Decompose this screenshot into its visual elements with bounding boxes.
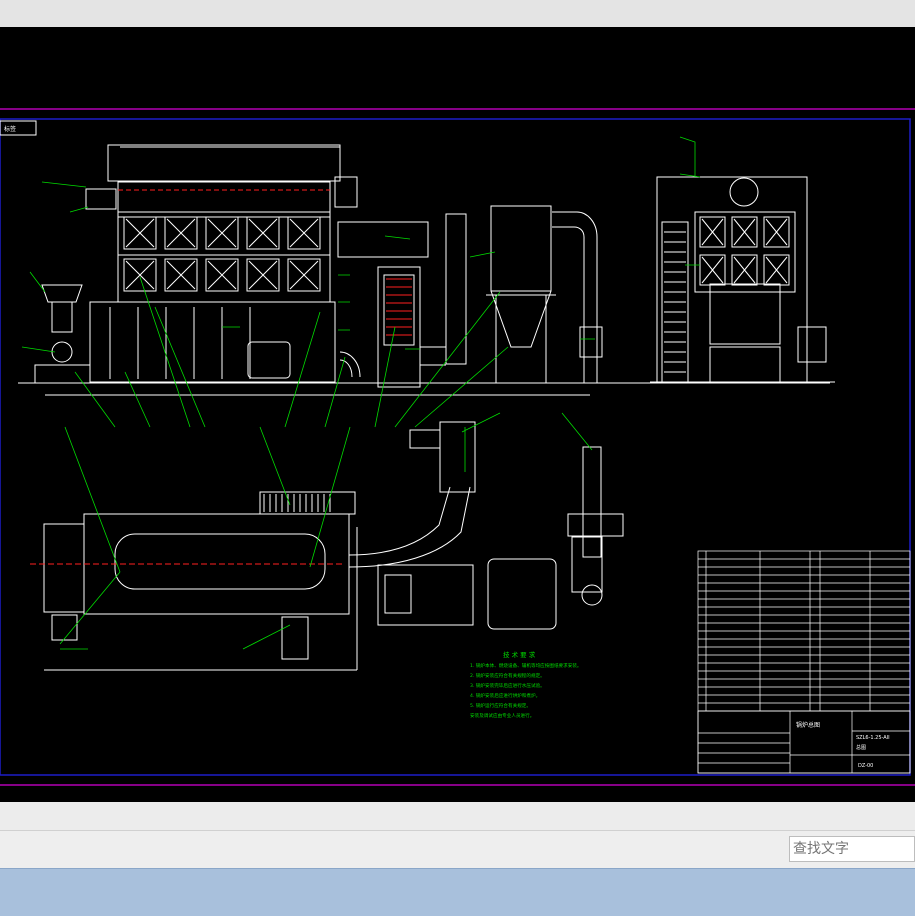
note-line: 5. 锅炉运行应符合有关规定。 [470,702,531,709]
horizontal-scroll-area[interactable] [0,802,915,830]
title-block-name: 锅炉总图 [796,721,820,729]
cad-drawing-canvas[interactable]: 标签 技 术 要 求 1. 锅炉本体、燃烧设备、辅机等均应按图纸要求安装。 2.… [0,27,915,802]
boiler-front-elevation [18,144,830,396]
drawing-number: SZL6-1.25-AII [856,735,890,741]
notes-title: 技 术 要 求 [503,650,536,659]
sheet-code: DZ-00 [858,763,873,769]
top-toolbar [0,0,915,28]
drawing-type: 总图 [856,744,866,751]
taskbar [0,868,915,916]
note-line: 1. 锅炉本体、燃烧设备、辅机等均应按图纸要求安装。 [470,662,582,669]
note-line: 3. 锅炉安装完毕后应进行水压试验。 [470,682,545,689]
leader-lines [21,136,701,650]
boiler-plan-view [30,421,624,671]
technical-notes: 技 术 要 求 1. 锅炉本体、燃烧设备、辅机等均应按图纸要求安装。 2. 锅炉… [470,650,582,719]
note-line: 2. 锅炉安装应符合有关规程的规定。 [470,672,545,679]
find-text-box[interactable] [789,836,915,862]
note-line: 安装及调试应由专业人员进行。 [470,712,534,719]
sheet-border: 标签 [0,108,915,786]
note-line: 4. 锅炉安装后应进行烘炉和煮炉。 [470,692,540,699]
boiler-side-elevation [650,176,835,383]
status-bar [0,830,915,869]
title-tag: 标签 [4,125,16,133]
find-text-input[interactable] [793,839,911,859]
title-block-text: 锅炉总图 SZL6-1.25-AII 总图 DZ-00 [796,721,890,769]
